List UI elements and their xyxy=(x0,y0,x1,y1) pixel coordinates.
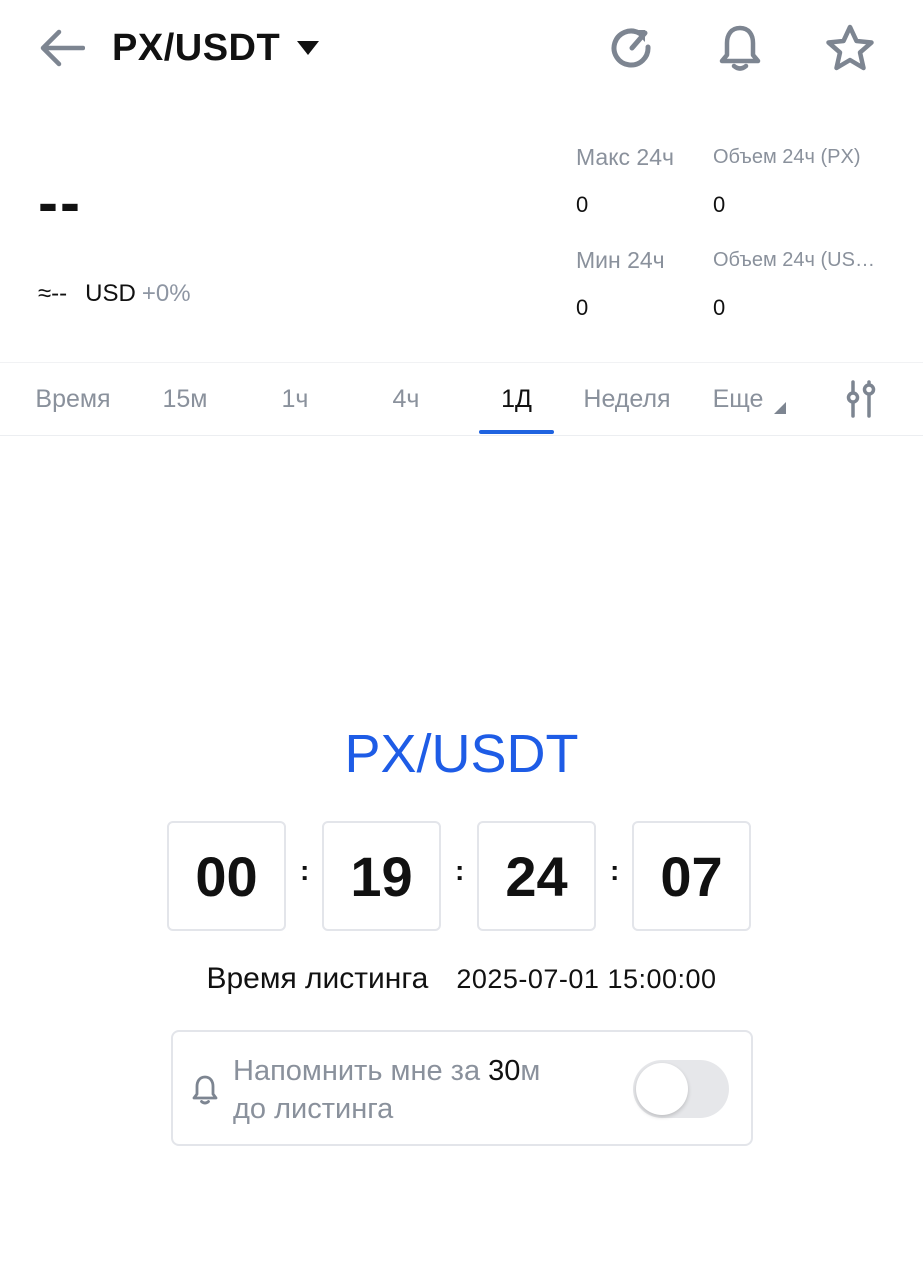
listing-time-label: Время листинга xyxy=(206,962,429,995)
reminder-toggle[interactable] xyxy=(633,1060,729,1118)
chart-settings-button[interactable] xyxy=(836,363,886,435)
volume-base-label: Объем 24ч (PX) xyxy=(713,146,861,168)
tab-1d[interactable]: 1Д xyxy=(479,363,554,435)
refresh-button[interactable] xyxy=(604,20,660,76)
countdown-separator: : xyxy=(300,855,310,886)
pair-selector[interactable]: PX/USDT xyxy=(112,22,320,74)
countdown-hours: 19 xyxy=(322,821,441,931)
star-icon xyxy=(826,24,874,71)
back-arrow-icon xyxy=(40,29,85,67)
high-24h-label: Макс 24ч xyxy=(576,144,674,170)
reminder-unit: м xyxy=(520,1055,541,1087)
countdown-seconds: 07 xyxy=(632,821,751,931)
countdown-separator: : xyxy=(610,855,620,886)
countdown-minutes: 24 xyxy=(477,821,596,931)
tab-time[interactable]: Время xyxy=(18,363,128,435)
volume-quote-value: 0 xyxy=(713,295,726,320)
volume-base-value: 0 xyxy=(713,192,726,217)
price-alert-button[interactable] xyxy=(712,20,768,76)
tab-1h[interactable]: 1ч xyxy=(255,363,335,435)
bell-icon xyxy=(719,25,761,71)
fiat-currency: USD xyxy=(85,280,136,307)
fiat-price-row: ≈-- USD +0% xyxy=(38,280,191,308)
price-change-percent: +0% xyxy=(141,280,191,307)
volume-quote-label: Объем 24ч (USDT) xyxy=(713,249,883,271)
countdown-separator: : xyxy=(455,855,465,886)
reminder-text: Напомнить мне за 30м до листинга xyxy=(233,1052,613,1128)
low-24h-label: Мин 24ч xyxy=(576,247,665,273)
sliders-icon xyxy=(846,380,876,418)
listing-time-value: 2025-07-01 15:00:00 xyxy=(456,964,717,994)
listing-pair-title: PX/USDT xyxy=(344,724,579,784)
pair-title: PX/USDT xyxy=(112,26,281,69)
listing-time-row: Время листинга 2025-07-01 15:00:00 xyxy=(0,962,923,996)
favorite-button[interactable] xyxy=(820,18,880,78)
interval-tabs: Время 15м 1ч 4ч 1Д Неделя Еще xyxy=(0,362,923,436)
low-24h-value: 0 xyxy=(576,295,589,320)
back-button[interactable] xyxy=(30,22,92,74)
fiat-price: ≈-- xyxy=(38,280,68,307)
reminder-text-start: Напомнить мне за xyxy=(233,1055,489,1087)
reminder-minutes: 30 xyxy=(488,1055,521,1087)
bell-icon xyxy=(192,1075,218,1105)
high-24h-value: 0 xyxy=(576,192,589,217)
reminder-text-end: до листинга xyxy=(233,1093,394,1125)
tab-week[interactable]: Неделя xyxy=(572,363,682,435)
corner-caret-icon xyxy=(774,402,787,414)
last-price: -- xyxy=(38,169,82,236)
active-tab-indicator xyxy=(479,430,554,434)
toggle-knob xyxy=(636,1063,688,1115)
tab-4h[interactable]: 4ч xyxy=(366,363,446,435)
refresh-icon xyxy=(611,28,651,68)
tab-more-label: Еще xyxy=(712,384,764,413)
countdown-days: 00 xyxy=(167,821,286,931)
tab-15m[interactable]: 15м xyxy=(140,363,230,435)
tab-more[interactable]: Еще xyxy=(700,363,800,435)
dropdown-caret-icon xyxy=(297,41,320,55)
listing-reminder-card: Напомнить мне за 30м до листинга xyxy=(171,1030,753,1146)
